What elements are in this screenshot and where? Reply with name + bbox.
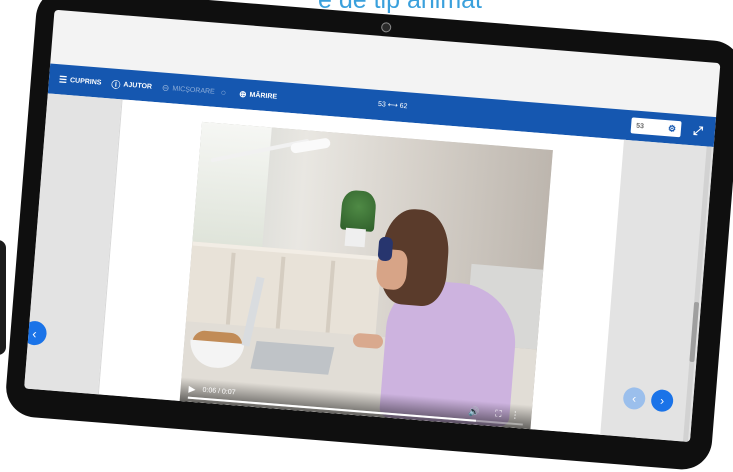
- help-button[interactable]: ⓘ AJUTOR: [111, 77, 153, 93]
- chevron-left-icon: ‹: [631, 391, 637, 406]
- circle-icon: ○: [220, 87, 227, 98]
- play-icon[interactable]: ▶: [188, 384, 196, 396]
- headphones: [377, 236, 394, 262]
- volume-icon[interactable]: 🔊: [468, 406, 480, 418]
- zoom-in-icon: ⊕: [238, 88, 248, 99]
- plant: [339, 189, 377, 232]
- page-number-value: 53: [635, 122, 645, 130]
- video-time: 0:06 / 0:07: [202, 386, 236, 397]
- background-device: [0, 240, 6, 355]
- page-number-input[interactable]: 53 ⚙: [630, 117, 682, 138]
- zoom-out-button[interactable]: ⊖ MICȘORARE ○: [161, 82, 229, 98]
- toc-button[interactable]: ☰ CUPRINS: [59, 74, 102, 88]
- toc-label: CUPRINS: [69, 76, 102, 87]
- zoom-in-button[interactable]: ⊕ MĂRIRE: [239, 88, 278, 102]
- tablet-frame: ☰ CUPRINS ⓘ AJUTOR ⊖ MICȘORARE ○ ⊕ MĂRIR…: [3, 0, 733, 472]
- fullscreen-icon[interactable]: ⤢: [693, 123, 704, 139]
- zoom-in-label: MĂRIRE: [249, 91, 278, 101]
- more-icon[interactable]: ⋮: [510, 410, 520, 422]
- zoom-out-label: MICȘORARE: [172, 84, 215, 96]
- camera-icon: [380, 21, 392, 33]
- help-icon: ⓘ: [110, 78, 121, 90]
- list-icon: ☰: [58, 73, 68, 85]
- plant-pot: [344, 227, 366, 248]
- tablet-screen: ☰ CUPRINS ⓘ AJUTOR ⊖ MICȘORARE ○ ⊕ MĂRIR…: [24, 9, 721, 443]
- page-range: 53 ⟷ 62: [377, 100, 408, 111]
- video-player[interactable]: ▶ 0:06 / 0:07 🔊 ⛶ ⋮: [179, 121, 553, 430]
- zoom-out-icon: ⊖: [161, 82, 170, 93]
- chevron-left-icon: ‹: [31, 325, 38, 341]
- gear-icon[interactable]: ⚙: [668, 123, 677, 135]
- chevron-right-icon: ›: [659, 393, 665, 408]
- girl-hand: [352, 332, 384, 350]
- video-fullscreen-icon[interactable]: ⛶: [495, 408, 502, 419]
- help-label: AJUTOR: [123, 80, 153, 91]
- video-progress-fill: [187, 396, 476, 422]
- video-window: [192, 121, 272, 248]
